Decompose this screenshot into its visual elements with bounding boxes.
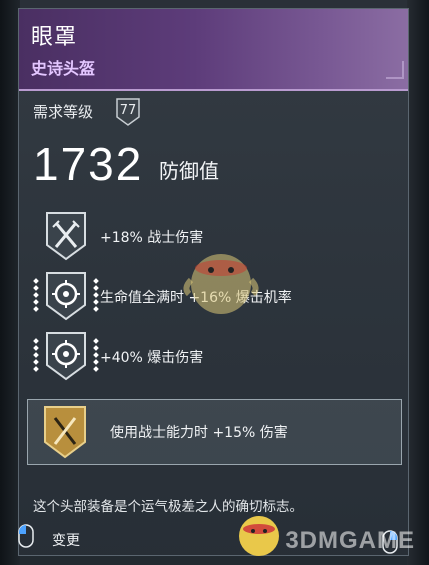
header-corner-decoration	[386, 61, 404, 79]
change-action[interactable]: 变更	[18, 524, 128, 554]
item-rarity: 史诗头盔	[31, 59, 96, 78]
game-screen: 眼罩 史诗头盔 需求等级 77 1732 防御值 +18% 战士伤害 生命值全满…	[0, 0, 429, 565]
diamond-pips-left	[33, 278, 39, 319]
level-value: 77	[119, 103, 137, 118]
level-requirement-label: 需求等级	[33, 103, 94, 121]
background-left	[0, 0, 20, 565]
diamond-pips-right	[93, 278, 99, 319]
level-badge: 77	[115, 97, 141, 127]
change-label: 变更	[52, 533, 80, 549]
watermark-text: 3DMGAME	[285, 527, 415, 554]
item-header: 眼罩 史诗头盔	[19, 9, 408, 91]
item-name: 眼罩	[31, 25, 78, 50]
diamond-pips-left	[33, 338, 39, 379]
diamond-pips-right	[93, 338, 99, 379]
talent-label: 使用战士能力时 +15% 伤害	[110, 425, 288, 441]
mouse-left-click-icon	[18, 524, 34, 548]
perk-label: +40% 爆击伤害	[100, 350, 204, 366]
perk-row[interactable]: +40% 爆击伤害	[33, 329, 393, 385]
watermark-mascot	[183, 240, 259, 320]
talent-row[interactable]: 使用战士能力时 +15% 伤害	[27, 399, 402, 465]
crosshair-icon	[43, 269, 89, 323]
crosshair-icon	[43, 329, 89, 383]
armor-label: 防御值	[159, 159, 219, 183]
gold-swords-icon	[42, 404, 88, 460]
watermark-logo-mascot	[236, 512, 282, 558]
background-right	[407, 0, 429, 565]
crossed-swords-icon	[43, 209, 89, 263]
armor-value: 1732	[33, 138, 144, 190]
